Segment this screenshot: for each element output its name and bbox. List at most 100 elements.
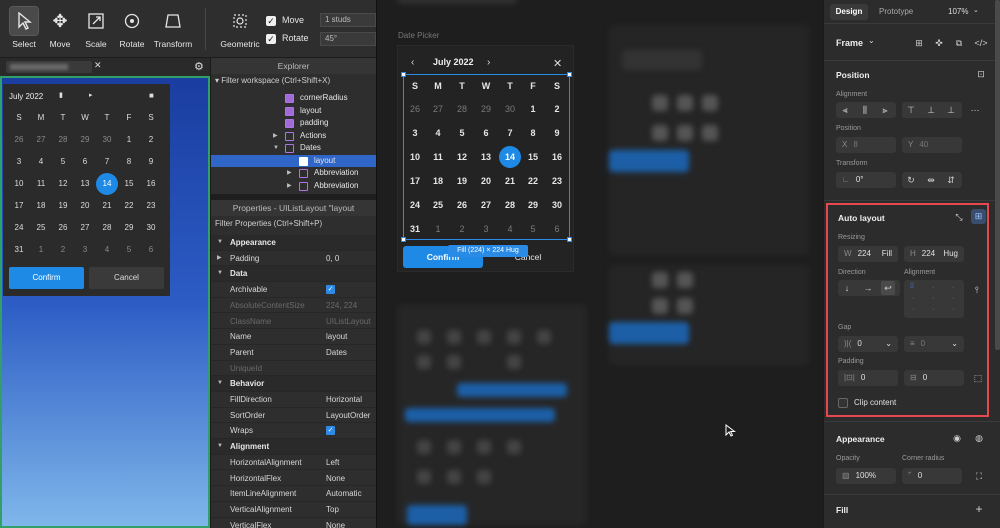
- constraints-icon[interactable]: ⊡: [974, 67, 988, 81]
- property-row[interactable]: ClassName UIListLayout: [211, 314, 377, 330]
- rdp-day[interactable]: 19: [52, 195, 74, 217]
- rdp-day[interactable]: 11: [30, 173, 52, 195]
- rdp-day[interactable]: 27: [30, 129, 52, 151]
- align-dot[interactable]: ·: [912, 295, 914, 302]
- move-tool[interactable]: ✥ Move: [40, 4, 80, 54]
- expand-icon[interactable]: ▶: [273, 130, 278, 143]
- rdp-day[interactable]: 13: [74, 173, 96, 195]
- property-value[interactable]: Top: [326, 502, 339, 518]
- viewport-tab[interactable]: ✕: [6, 60, 102, 73]
- x-field[interactable]: X8: [836, 137, 896, 153]
- collapse-icon[interactable]: ▼: [217, 235, 223, 251]
- align-left-icon[interactable]: ⫷: [838, 103, 852, 117]
- property-value[interactable]: Left: [326, 455, 339, 471]
- property-row[interactable]: SortOrder LayoutOrder: [211, 408, 377, 424]
- collapse-icon[interactable]: ▼: [217, 266, 223, 282]
- rotate-snap-input[interactable]: 45°: [320, 32, 376, 46]
- tree-item-selected[interactable]: layout: [211, 154, 377, 167]
- rdp-close-icon[interactable]: ■: [149, 91, 154, 100]
- rdp-day-selected[interactable]: 14: [96, 173, 118, 195]
- w-mode[interactable]: Fill: [882, 246, 892, 262]
- align-middle-icon[interactable]: ⊥: [924, 103, 938, 117]
- tree-item[interactable]: cornerRadius: [211, 92, 377, 105]
- rdp-day[interactable]: 27: [74, 217, 96, 239]
- property-value[interactable]: LayoutOrder: [326, 408, 370, 424]
- property-row[interactable]: FillDirection Horizontal: [211, 392, 377, 408]
- rdp-day[interactable]: 21: [96, 195, 118, 217]
- select-tool[interactable]: Select: [4, 4, 44, 54]
- rdp-day[interactable]: 17: [8, 195, 30, 217]
- chevron-down-icon[interactable]: ⌄: [868, 36, 875, 45]
- rdp-confirm-button[interactable]: Confirm: [9, 267, 84, 289]
- rdp-day[interactable]: 29: [118, 217, 140, 239]
- explorer-filter[interactable]: ▾ Filter workspace (Ctrl+Shift+X): [211, 74, 376, 88]
- frame-name-label[interactable]: Date Picker: [398, 31, 439, 40]
- property-value[interactable]: Dates: [326, 345, 347, 361]
- zoom-level[interactable]: 107%: [948, 7, 968, 16]
- move-snap-checkbox[interactable]: ✓: [266, 16, 276, 26]
- property-value[interactable]: Horizontal: [326, 392, 362, 408]
- align-center-icon[interactable]: ⫼: [858, 103, 872, 117]
- collapse-icon[interactable]: ▼: [273, 142, 279, 155]
- y-field[interactable]: Y 40: [902, 137, 962, 153]
- flip-horizontal-icon[interactable]: ⇹: [924, 173, 938, 187]
- rdp-day[interactable]: 23: [140, 195, 162, 217]
- property-checkbox[interactable]: ✓: [326, 285, 335, 295]
- property-row[interactable]: Name layout: [211, 329, 377, 345]
- rdp-day[interactable]: 8: [118, 151, 140, 173]
- figma-date-picker[interactable]: ‹ July 2022 › ✕ S M T W T F S 26 27 28 29 30 1 2 3 4 5 6 7…: [397, 45, 574, 272]
- property-value[interactable]: Automatic: [326, 486, 362, 502]
- property-row[interactable]: ItemLineAlignment Automatic: [211, 486, 377, 502]
- zoom-chevron-icon[interactable]: ⌄: [973, 6, 979, 14]
- property-row[interactable]: HorizontalFlex None: [211, 471, 377, 487]
- independent-corners-icon[interactable]: ⛶: [972, 469, 986, 483]
- rdp-day[interactable]: 2: [52, 239, 74, 261]
- transform-tool[interactable]: Transform: [152, 4, 194, 54]
- align-dot[interactable]: ·: [932, 295, 934, 302]
- scale-tool[interactable]: Scale: [76, 4, 116, 54]
- rdp-day[interactable]: 28: [52, 129, 74, 151]
- property-value[interactable]: 0, 0: [326, 251, 339, 267]
- property-value[interactable]: None: [326, 471, 345, 487]
- h-mode[interactable]: Hug: [943, 246, 958, 262]
- resize-handle[interactable]: [567, 237, 572, 242]
- property-value[interactable]: UIListLayout: [326, 314, 370, 330]
- more-icon[interactable]: ⋯: [968, 103, 982, 117]
- rdp-day[interactable]: 31: [8, 239, 30, 261]
- frame-type-label[interactable]: Frame: [836, 38, 863, 48]
- rdp-day[interactable]: 20: [74, 195, 96, 217]
- align-top-icon[interactable]: ⊤: [904, 103, 918, 117]
- rdp-day[interactable]: 24: [8, 217, 30, 239]
- move-snap-input[interactable]: 1 studs: [320, 13, 376, 27]
- mask-icon[interactable]: ⧉: [952, 36, 966, 50]
- property-row[interactable]: AbsoluteContentSize 224, 224: [211, 298, 377, 314]
- gap-field[interactable]: )|(0 ⌄: [838, 336, 898, 352]
- gear-icon[interactable]: ⚙: [194, 60, 204, 73]
- grid-icon[interactable]: ⊞: [912, 36, 926, 50]
- align-dot[interactable]: ·: [932, 306, 934, 313]
- rdp-prev-icon[interactable]: ▮: [59, 91, 63, 99]
- property-value[interactable]: layout: [326, 329, 347, 345]
- padding-vertical-field[interactable]: ⊟ 0: [904, 370, 964, 386]
- property-category[interactable]: ▼ Alignment: [211, 439, 377, 455]
- individual-padding-icon[interactable]: ⬚: [971, 371, 985, 385]
- tree-item[interactable]: ▼ Dates: [211, 142, 377, 155]
- geometric-tool[interactable]: Geometric: [218, 4, 262, 54]
- opacity-field[interactable]: ▧ 100%: [836, 468, 896, 484]
- code-icon[interactable]: </>: [974, 36, 988, 50]
- rdp-day[interactable]: 6: [140, 239, 162, 261]
- property-row[interactable]: HorizontalAlignment Left: [211, 455, 377, 471]
- property-row[interactable]: Archivable ✓: [211, 282, 377, 298]
- rdp-next-icon[interactable]: ▸: [89, 91, 93, 99]
- property-row[interactable]: VerticalAlignment Top: [211, 502, 377, 518]
- rotation-field[interactable]: ∟ 0°: [836, 172, 896, 188]
- expand-icon[interactable]: ▶: [217, 251, 222, 267]
- align-dot[interactable]: ·: [952, 306, 954, 313]
- property-row[interactable]: UniqueId: [211, 361, 377, 377]
- rdp-day[interactable]: 1: [118, 129, 140, 151]
- collapse-icon[interactable]: ▼: [217, 439, 223, 455]
- rdp-day[interactable]: 26: [8, 129, 30, 151]
- property-row[interactable]: Wraps ✓: [211, 423, 377, 440]
- flip-vertical-icon[interactable]: ⇵: [944, 173, 958, 187]
- property-row[interactable]: VerticalFlex None: [211, 518, 377, 528]
